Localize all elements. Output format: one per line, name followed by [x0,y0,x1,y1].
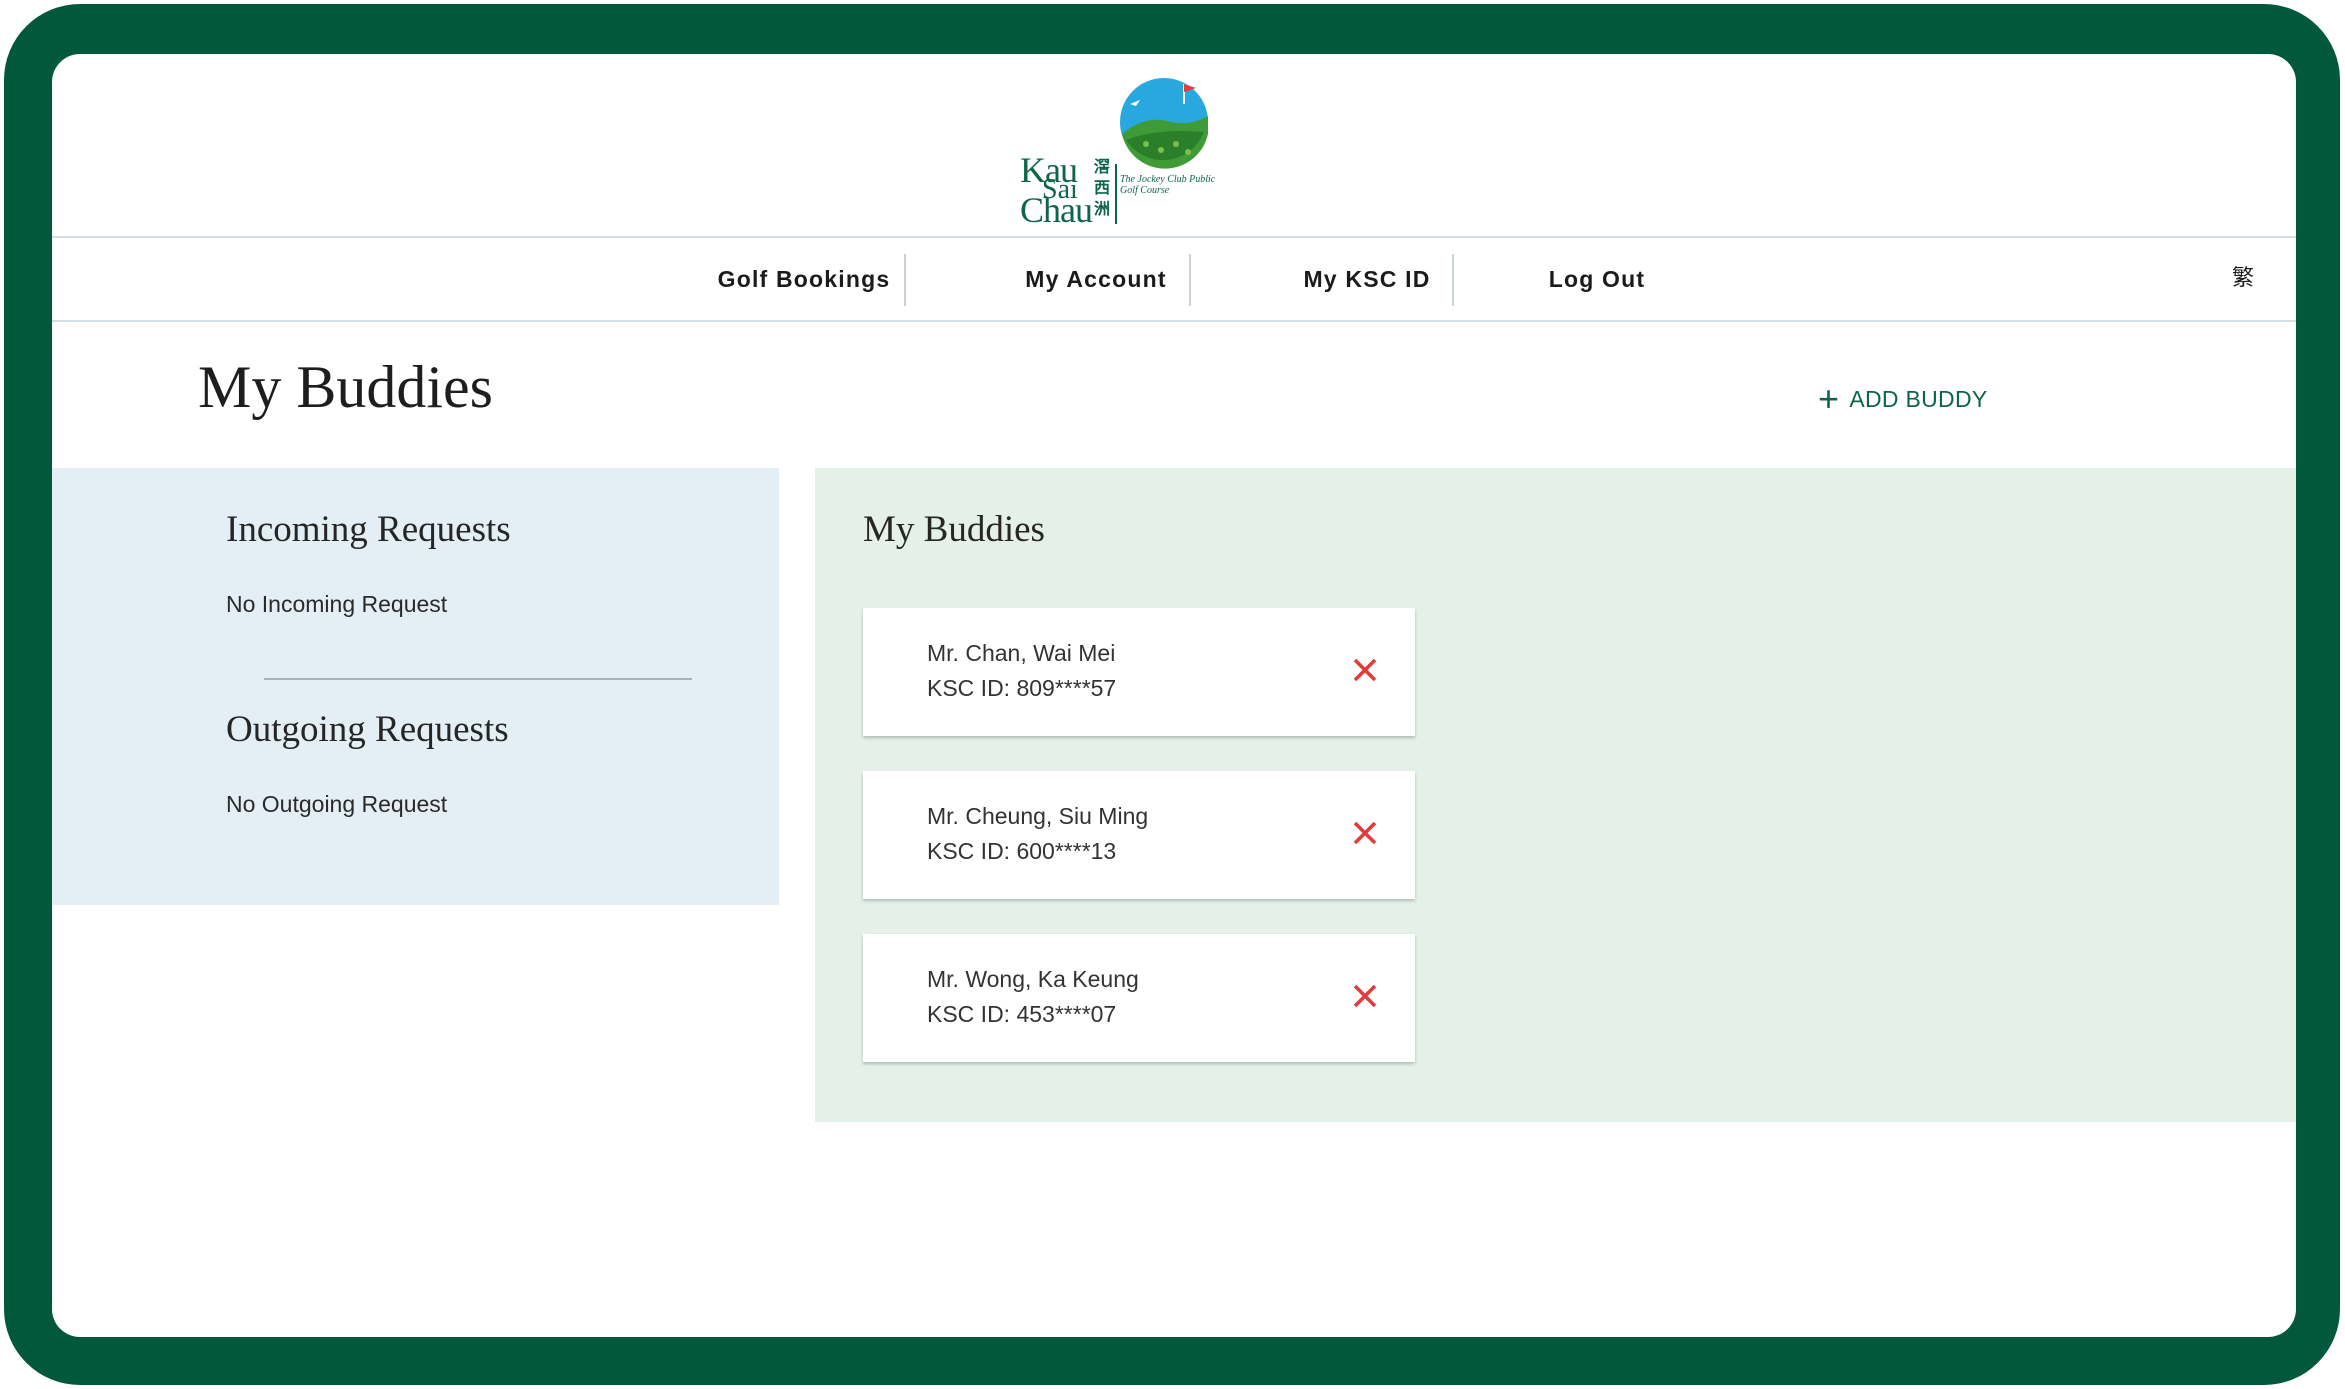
close-icon[interactable] [1345,813,1385,853]
nav-divider [1452,254,1454,306]
buddy-ksc-id: KSC ID: 809****57 [927,675,1117,701]
buddies-panel: My Buddies Mr. Chan, Wai Mei KSC ID: 809… [815,468,2296,1122]
incoming-requests-heading: Incoming Requests [226,509,511,550]
buddy-card: Mr. Wong, Ka Keung KSC ID: 453****07 [863,934,1415,1062]
golf-globe-icon [1120,78,1208,169]
add-buddy-button[interactable]: + ADD BUDDY [1818,378,1988,419]
language-toggle[interactable]: 繁 [2232,238,2254,320]
buddy-ksc-id: KSC ID: 600****13 [927,838,1117,864]
buddy-ksc-id: KSC ID: 453****07 [927,1001,1117,1027]
buddy-name: Mr. Wong, Ka Keung [927,966,1139,992]
add-buddy-label: ADD BUDDY [1849,385,1988,412]
outgoing-requests-heading: Outgoing Requests [226,709,509,750]
nav-divider [1189,254,1191,306]
main-nav: Golf Bookings My Account My KSC ID Log O… [52,236,2296,322]
nav-my-account[interactable]: My Account [951,238,1241,320]
logo-chinese-name: 滘西洲 [1094,157,1111,218]
page-title: My Buddies [198,354,494,420]
nav-my-ksc-id[interactable]: My KSC ID [1222,238,1512,320]
buddy-card: Mr. Cheung, Siu Ming KSC ID: 600****13 [863,771,1415,899]
logo-name-chau: Chau [1020,190,1093,230]
logo-divider [1115,164,1117,224]
requests-divider [264,678,692,680]
incoming-empty-text: No Incoming Request [226,591,448,617]
outgoing-empty-text: No Outgoing Request [226,791,448,817]
buddy-name: Mr. Cheung, Siu Ming [927,803,1149,829]
requests-panel: Incoming Requests No Incoming Request Ou… [52,468,779,905]
app-screen: Kau Sai Chau 滘西洲 The Jockey Club Public … [52,54,2296,1337]
buddies-heading: My Buddies [863,509,1045,550]
close-icon[interactable] [1345,976,1385,1016]
plus-icon: + [1818,378,1840,419]
nav-log-out[interactable]: Log Out [1472,238,1722,320]
device-frame: Kau Sai Chau 滘西洲 The Jockey Club Public … [4,4,2340,1385]
nav-divider [904,254,906,306]
buddy-name: Mr. Chan, Wai Mei [927,640,1116,666]
ksc-logo[interactable]: Kau Sai Chau 滘西洲 The Jockey Club Public … [1020,74,1220,229]
logo-subtitle: The Jockey Club Public Golf Course [1120,174,1216,196]
close-icon[interactable] [1345,650,1385,690]
buddy-card: Mr. Chan, Wai Mei KSC ID: 809****57 [863,608,1415,736]
